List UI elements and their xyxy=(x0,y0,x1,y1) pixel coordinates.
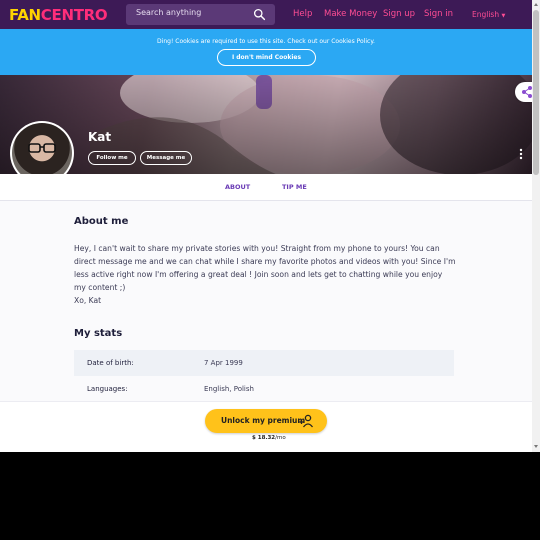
cover-shade xyxy=(0,75,532,174)
cookie-text: Ding! Cookies are required to use this s… xyxy=(157,38,375,45)
price-period: /mo xyxy=(275,435,286,441)
cover-image xyxy=(0,75,532,174)
stat-row-dob: Date of birth: 7 Apr 1999 xyxy=(74,350,454,376)
cookie-banner: Ding! Cookies are required to use this s… xyxy=(0,29,532,75)
about-line: my content ;) xyxy=(74,283,126,292)
language-label: English xyxy=(472,10,500,19)
about-text: Hey, I can't wait to share my private st… xyxy=(74,242,464,307)
stat-row-languages: Languages: English, Polish xyxy=(74,376,454,402)
unlock-premium-button[interactable]: Unlock my premium xyxy=(205,409,327,433)
about-line: less active right now I'm offering a gre… xyxy=(74,270,443,279)
fancentro-logo[interactable]: FANCENTRO xyxy=(9,5,108,25)
page-scrollbar[interactable] xyxy=(532,0,540,452)
profile-tabs: ABOUT TIP ME xyxy=(0,174,532,201)
profile-name: Kat xyxy=(88,130,112,144)
chevron-down-icon: ▼ xyxy=(501,13,506,19)
premium-price: $ 18.32/mo xyxy=(252,435,286,441)
search-placeholder: Search anything xyxy=(136,8,202,17)
stat-value: English, Polish xyxy=(204,385,254,393)
stat-label: Languages: xyxy=(87,385,128,393)
nav-sign-up-link[interactable]: Sign up xyxy=(383,9,415,19)
search-icon[interactable] xyxy=(253,8,266,21)
search-input[interactable]: Search anything xyxy=(126,4,275,25)
nav-sign-in-link[interactable]: Sign in xyxy=(424,9,453,19)
stat-label: Date of birth: xyxy=(87,359,134,367)
nav-help-link[interactable]: Help xyxy=(293,9,312,19)
page: FANCENTRO Search anything Help Make Mone… xyxy=(0,0,540,452)
language-selector[interactable]: English ▼ xyxy=(472,10,505,19)
scroll-down-icon[interactable] xyxy=(534,445,538,448)
tab-about[interactable]: ABOUT xyxy=(225,183,250,191)
unlock-label: Unlock my premium xyxy=(221,416,306,425)
about-heading: About me xyxy=(74,216,129,227)
accept-cookies-button[interactable]: I don't mind Cookies xyxy=(217,49,316,66)
about-line: Hey, I can't wait to share my private st… xyxy=(74,244,440,253)
follow-button[interactable]: Follow me xyxy=(88,151,136,165)
stats-heading: My stats xyxy=(74,328,123,339)
message-button[interactable]: Message me xyxy=(140,151,192,165)
price-amount: $ 18.32 xyxy=(252,435,276,441)
tab-tip-me[interactable]: TIP ME xyxy=(282,183,307,191)
more-options-icon[interactable] xyxy=(519,148,523,160)
scroll-up-icon[interactable] xyxy=(534,3,538,6)
scrollbar-thumb[interactable] xyxy=(533,10,539,175)
add-user-icon xyxy=(299,414,314,428)
about-line: direct message me and we can chat while … xyxy=(74,257,456,266)
stat-value: 7 Apr 1999 xyxy=(204,359,243,367)
logo-part-centro: CENTRO xyxy=(40,6,108,24)
logo-part-fan: FAN xyxy=(9,6,41,24)
nav-make-money-link[interactable]: Make Money xyxy=(324,9,377,19)
about-line: Xo, Kat xyxy=(74,296,102,305)
top-nav: FANCENTRO Search anything Help Make Mone… xyxy=(0,0,532,29)
